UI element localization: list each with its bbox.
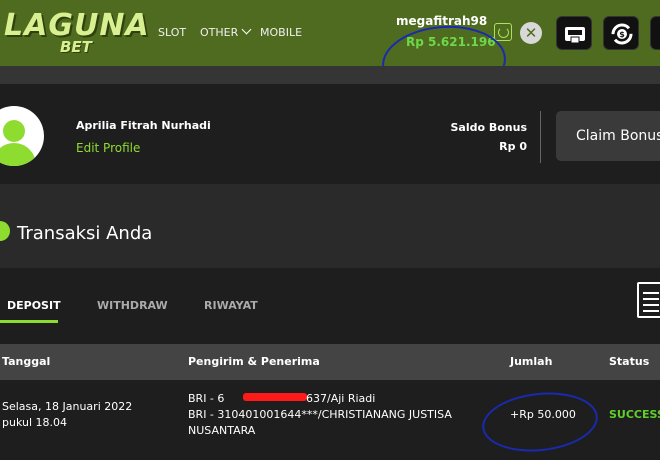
tab-withdraw[interactable]: WITHDRAW	[97, 299, 168, 312]
nav-other[interactable]: OTHER	[200, 24, 252, 39]
edit-profile-link[interactable]: Edit Profile	[76, 141, 140, 155]
avatar-head	[3, 120, 25, 142]
page-title: Transaksi Anda	[17, 223, 153, 244]
claim-bonus-button[interactable]: Claim Bonus	[556, 111, 660, 161]
column-sender: Pengirim & Penerima	[188, 355, 320, 368]
separator-strip	[0, 66, 660, 84]
saldo-bonus-value: Rp 0	[499, 140, 527, 153]
refresh-balance-icon[interactable]	[494, 23, 512, 41]
status-badge: SUCCESS	[609, 408, 660, 421]
divider	[540, 111, 541, 163]
column-date: Tanggal	[2, 355, 51, 368]
row-receiver-cont: NUSANTARA	[188, 424, 256, 437]
profile-name: Aprilia Fitrah Nurhadi	[76, 119, 211, 132]
menu-icon[interactable]	[650, 16, 660, 50]
row-date: Selasa, 18 Januari 2022	[2, 400, 133, 413]
nav-mobile[interactable]: MOBILE	[260, 26, 302, 39]
avatar	[0, 106, 44, 166]
redaction-mark	[243, 393, 307, 401]
logo-sub-text: BET	[60, 38, 92, 56]
active-tab-indicator	[0, 320, 58, 323]
deposit-atm-icon[interactable]	[556, 16, 592, 50]
close-icon[interactable]: ✕	[520, 22, 542, 44]
svg-text:$: $	[619, 30, 625, 39]
table-header: Tanggal Pengirim & Penerima Jumlah Statu…	[0, 344, 660, 380]
avatar-body	[0, 143, 36, 166]
top-header: LAGUNA BET SLOT OTHER MOBILE megafitrah9…	[0, 0, 660, 66]
tab-deposit[interactable]: DEPOSIT	[7, 299, 61, 312]
row-time: pukul 18.04	[2, 416, 68, 429]
row-receiver: BRI - 310401001644***/CHRISTIANANG JUSTI…	[188, 408, 452, 421]
tab-riwayat[interactable]: RIWAYAT	[204, 299, 258, 312]
column-status: Status	[609, 355, 650, 368]
saldo-bonus-label: Saldo Bonus	[450, 121, 527, 134]
laguna-bet-logo[interactable]: LAGUNA BET	[0, 8, 149, 58]
chevron-down-icon	[241, 24, 252, 35]
profile-bar: Aprilia Fitrah Nurhadi Edit Profile Sald…	[0, 84, 660, 184]
column-amount: Jumlah	[510, 355, 553, 368]
transactions-header: Transaksi Anda	[0, 184, 660, 268]
row-sender-suffix: 637/Aji Riadi	[306, 392, 376, 405]
row-sender-prefix: BRI - 6	[188, 392, 225, 405]
nav-slot[interactable]: SLOT	[158, 26, 186, 39]
transaction-tabs: DEPOSIT WITHDRAW RIWAYAT	[0, 268, 660, 344]
nav-other-label: OTHER	[200, 26, 239, 39]
transaction-icon	[0, 221, 10, 241]
transfer-cycle-icon[interactable]: $	[603, 16, 639, 50]
document-icon[interactable]	[637, 282, 660, 318]
